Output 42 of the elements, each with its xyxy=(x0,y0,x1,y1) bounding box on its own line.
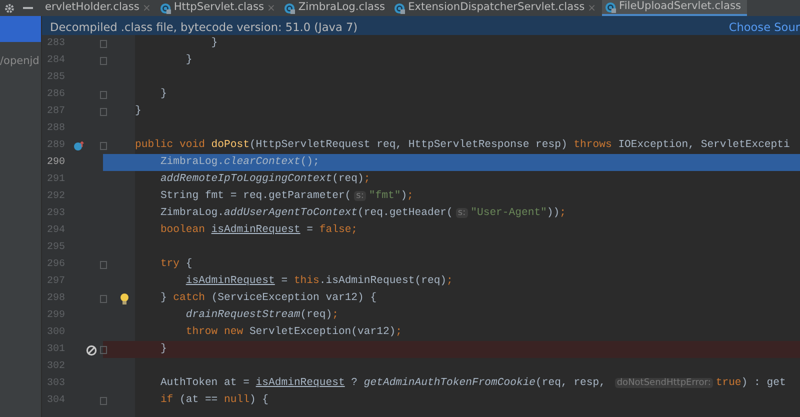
fold-marker[interactable] xyxy=(100,260,107,268)
code-line: ZimbraLog.addUserAgentToContext(req.getHeader( s: "User-Agent")); xyxy=(159,206,566,221)
code-line: AuthToken at = isAdminRequest ? getAdminAuthTokenFromCookie(req, resp, doNotSendHttpError: true) : get xyxy=(159,376,786,391)
fold-marker[interactable] xyxy=(100,142,107,150)
fold-marker[interactable] xyxy=(100,396,107,404)
minimize-icon[interactable] xyxy=(23,6,33,10)
code-line: } xyxy=(159,342,167,357)
code-line: } xyxy=(135,104,142,119)
lightbulb-icon[interactable] xyxy=(120,293,129,306)
code-line: if (at == null) { xyxy=(159,392,269,408)
fold-marker[interactable] xyxy=(100,108,107,116)
choose-source-link[interactable]: Choose Sour xyxy=(728,20,800,37)
code-line: boolean isAdminRequest = false; xyxy=(159,222,358,238)
code-line: } xyxy=(210,36,218,51)
code-line: drainRequestStream(req); xyxy=(184,308,338,323)
sidebar-selection xyxy=(0,16,41,42)
fold-marker[interactable] xyxy=(100,40,107,48)
file-tab[interactable]: ervletHolder.class × xyxy=(42,0,157,16)
fold-marker[interactable] xyxy=(100,294,107,302)
code-line: } xyxy=(159,86,167,102)
fold-marker[interactable] xyxy=(100,56,107,64)
project-path: /openjd xyxy=(0,54,40,69)
code-line: isAdminRequest = this.isAdminRequest(req); xyxy=(184,274,453,289)
code-line: addRemoteIpToLoggingContext(req); xyxy=(159,172,370,187)
code-line: throw new ServletException(var12); xyxy=(184,324,402,340)
file-tab[interactable]: HttpServlet.class × xyxy=(156,0,282,16)
file-tab[interactable]: ZimbraLog.class xyxy=(281,0,392,16)
file-tab[interactable]: ExtensionDispatcherServlet.class × xyxy=(391,0,602,16)
code-line: } xyxy=(184,52,192,68)
code-line: public void doPost(HttpServletRequest req, HttpServletResponse resp) throws IOException, ServletExcepti xyxy=(135,138,790,153)
code-line: String fmt = req.getParameter( s: "fmt"); xyxy=(159,188,414,204)
code-line: ZimbraLog.clearContext(); xyxy=(159,154,320,170)
code-line: } catch (ServiceException var12) { xyxy=(159,290,377,306)
fold-marker[interactable] xyxy=(100,346,107,354)
fold-marker[interactable] xyxy=(100,90,107,98)
settings-icon[interactable] xyxy=(4,2,15,14)
line-number: 290 xyxy=(46,156,65,170)
muted-breakpoint-icon[interactable] xyxy=(86,344,97,356)
file-tab[interactable]: FileUploadServlet.class xyxy=(602,0,748,16)
banner-message: Decompiled .class file, bytecode version: 51.0 (Java 7) xyxy=(50,20,358,36)
override-icon[interactable] xyxy=(73,140,85,152)
code-line: try { xyxy=(159,256,192,272)
